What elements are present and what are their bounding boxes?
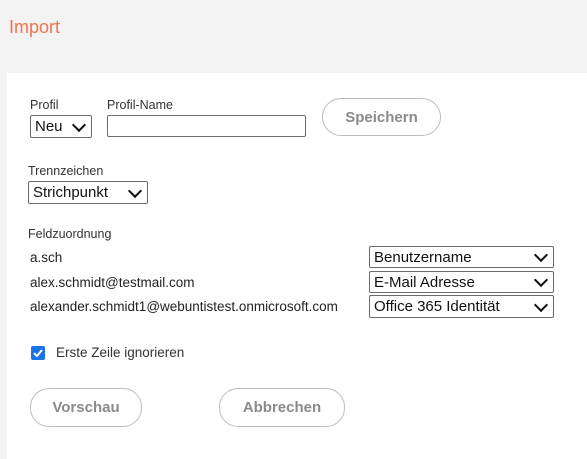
mapping-field-value: Office 365 Identität (374, 298, 500, 315)
profile-select-value: Neu (35, 118, 63, 135)
field-mapping-label: Feldzuordnung (28, 227, 112, 241)
mapping-sample-value: a.sch (30, 250, 63, 265)
page-title: Import (9, 17, 61, 37)
chevron-down-icon (533, 247, 549, 263)
separator-label: Trennzeichen (28, 164, 104, 178)
chevron-down-icon (533, 272, 549, 288)
profile-name-label: Profil-Name (107, 98, 173, 112)
skip-first-row-label: Erste Zeile ignorieren (56, 345, 185, 360)
mapping-field-select[interactable]: E-Mail Adresse (369, 271, 554, 293)
mapping-field-value: E-Mail Adresse (374, 273, 475, 291)
mapping-sample-value: alex.schmidt@testmail.com (30, 275, 195, 290)
checkmark-icon (33, 349, 43, 358)
separator-select[interactable]: Strichpunkt (28, 181, 148, 204)
profile-select[interactable]: Neu (30, 115, 92, 138)
save-button[interactable]: Speichern (322, 98, 441, 136)
chevron-down-icon (533, 297, 549, 312)
separator-select-value: Strichpunkt (33, 184, 109, 201)
profile-name-input[interactable] (107, 115, 306, 137)
profile-label: Profil (30, 98, 59, 112)
preview-button[interactable]: Vorschau (30, 388, 142, 427)
cancel-button[interactable]: Abbrechen (219, 388, 345, 427)
mapping-sample-value: alexander.schmidt1@webuntistest.onmicros… (30, 299, 338, 314)
mapping-field-value: Benutzername (374, 248, 472, 266)
chevron-down-icon (71, 117, 87, 132)
skip-first-row-checkbox[interactable] (31, 346, 45, 360)
mapping-field-select[interactable]: Benutzername (369, 246, 554, 268)
chevron-down-icon (127, 183, 143, 198)
mapping-field-select[interactable]: Office 365 Identität (369, 295, 554, 318)
